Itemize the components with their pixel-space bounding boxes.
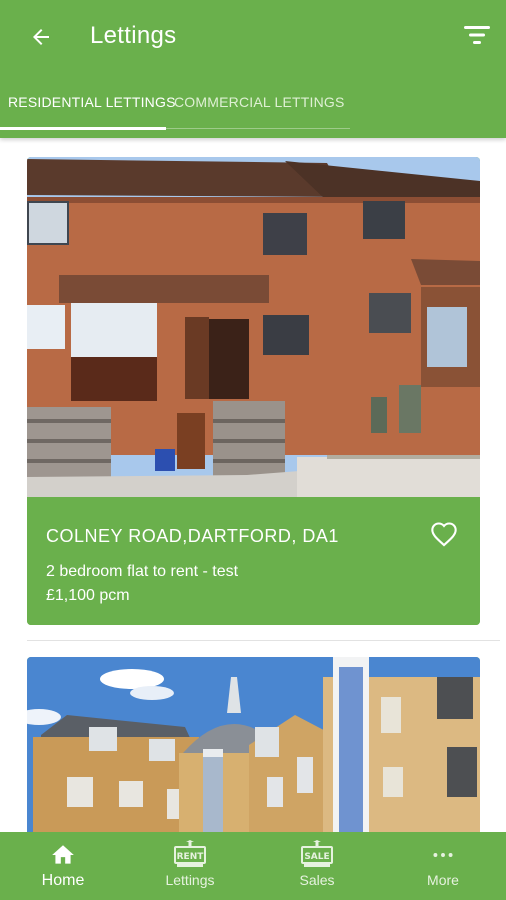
bottom-navigation: Home RENT Lettings SALE Sales More [0,832,506,900]
listing-card[interactable]: COLNEY ROAD,DARTFORD, DA1 2 bedroom flat… [27,157,480,625]
listings-feed[interactable]: COLNEY ROAD,DARTFORD, DA1 2 bedroom flat… [0,138,506,832]
listing-price: £1,100 pcm [46,587,130,604]
listing-info-panel: COLNEY ROAD,DARTFORD, DA1 2 bedroom flat… [27,497,480,625]
filter-icon [464,26,490,44]
page-title: Lettings [90,22,177,49]
nav-home-label: Home [41,872,85,889]
nav-home[interactable]: Home [0,832,126,900]
heart-outline-icon [431,522,457,547]
rent-sign-icon: RENT [173,840,207,870]
tab-commercial-lettings[interactable]: COMMERCIAL LETTINGS [174,94,345,110]
sale-sign-icon: SALE [300,840,334,870]
favorite-button[interactable] [430,521,458,547]
card-divider [27,640,500,641]
app-screen: Lettings RESIDENTIAL LETTINGS COMMERCIAL… [0,0,506,900]
svg-text:RENT: RENT [177,852,205,862]
property-photo [27,157,480,497]
active-tab-indicator [0,127,166,130]
nav-lettings-label: Lettings [165,872,215,888]
tab-bar: RESIDENTIAL LETTINGS COMMERCIAL LETTINGS [0,88,350,132]
more-dots-icon [430,840,456,870]
top-app-bar: Lettings RESIDENTIAL LETTINGS COMMERCIAL… [0,0,506,138]
back-button[interactable] [24,20,58,54]
home-icon [50,840,76,870]
nav-more[interactable]: More [380,832,506,900]
tab-residential-lettings[interactable]: RESIDENTIAL LETTINGS [8,94,176,110]
nav-sales-label: Sales [299,872,335,888]
listing-description: 2 bedroom flat to rent - test [46,563,239,580]
nav-sales[interactable]: SALE Sales [254,832,380,900]
tab-divider [166,128,350,129]
nav-more-label: More [427,872,459,888]
svg-text:SALE: SALE [304,852,329,862]
arrow-left-icon [33,29,49,45]
filter-button[interactable] [460,20,494,50]
nav-lettings[interactable]: RENT Lettings [127,832,253,900]
listing-address: COLNEY ROAD,DARTFORD, DA1 [46,526,339,546]
listing-card[interactable] [27,657,480,832]
property-photo [27,657,480,832]
